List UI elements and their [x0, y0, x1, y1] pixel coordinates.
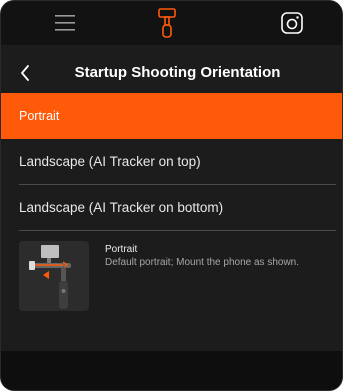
preview-title: Portrait	[105, 244, 138, 255]
orientation-preview: Portrait Default portrait; Mount the pho…	[1, 237, 342, 327]
bottom-bar	[1, 351, 342, 390]
menu-icon[interactable]	[51, 7, 79, 39]
gimbal-portrait-illustration	[19, 241, 89, 311]
app-screen: Startup Shooting Orientation Portrait La…	[0, 0, 343, 391]
option-landscape-tracker-bottom[interactable]: Landscape (AI Tracker on bottom)	[1, 185, 342, 231]
divider	[19, 230, 336, 231]
back-button[interactable]	[13, 59, 37, 87]
top-toolbar	[1, 1, 342, 45]
chevron-left-icon	[21, 65, 29, 81]
option-label: Portrait	[19, 109, 60, 123]
orientation-options: Portrait Landscape (AI Tracker on top) L…	[1, 93, 342, 231]
preview-description: Default portrait; Mount the phone as sho…	[105, 257, 300, 268]
page-header: Startup Shooting Orientation	[1, 49, 342, 97]
option-label: Landscape (AI Tracker on top)	[19, 154, 201, 169]
page-title: Startup Shooting Orientation	[74, 64, 281, 81]
option-landscape-tracker-top[interactable]: Landscape (AI Tracker on top)	[1, 139, 342, 185]
camera-icon[interactable]	[277, 7, 307, 39]
gimbal-icon[interactable]	[151, 7, 183, 39]
option-portrait[interactable]: Portrait	[1, 93, 342, 139]
option-label: Landscape (AI Tracker on bottom)	[19, 200, 224, 215]
